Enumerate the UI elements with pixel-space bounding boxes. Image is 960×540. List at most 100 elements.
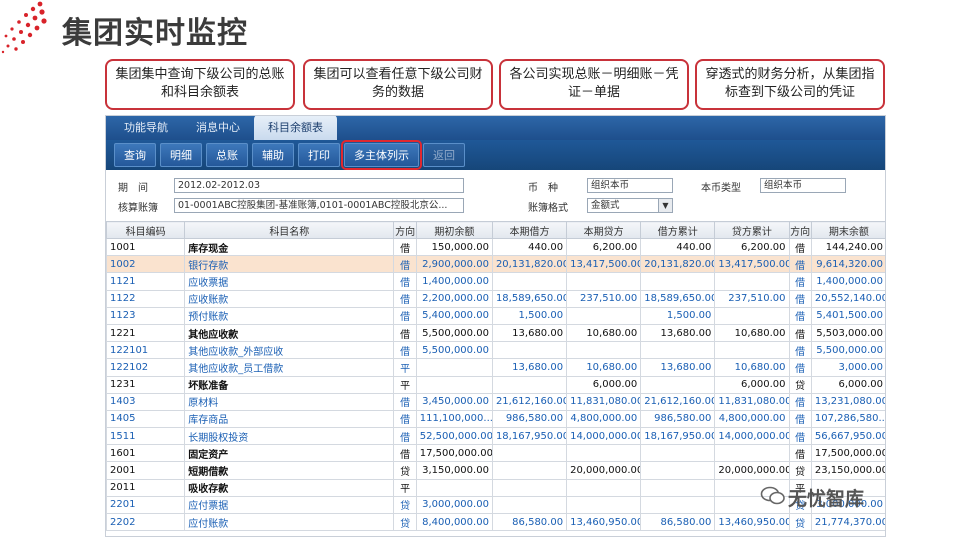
cell-credit: 10,680.00 <box>566 323 642 343</box>
currency-label: 币 种 <box>528 183 558 194</box>
book-field[interactable]: 01-0001ABC控股集团-基准账簿,0101-0001ABC控股北京公... <box>174 198 464 213</box>
cell-credit <box>566 306 642 325</box>
currency-field[interactable]: 组织本币 <box>587 178 673 193</box>
app-window: 功能导航 消息中心 科目余额表 查询 明细 总账 辅助 打印 多主体列示 返回 … <box>105 115 886 537</box>
cell-dir: 借 <box>393 237 417 257</box>
cell-dir2: 借 <box>788 392 812 411</box>
col-credit-acc[interactable]: 贷方累计 <box>714 221 790 239</box>
cell-code: 2202 <box>106 512 186 532</box>
table-row[interactable]: 2001 短期借款贷 3,150,000.00 20,000,000.00 20,000… <box>106 461 885 480</box>
cell-credit: 6,000.00 <box>566 375 642 394</box>
cell-closing: 56,667,950.00 <box>810 427 885 446</box>
cell-credit-acc: 237,510.00 <box>714 289 790 308</box>
watermark: 无忧智库 <box>760 484 864 511</box>
cell-debit-acc <box>640 461 716 480</box>
col-dir[interactable]: 方向 <box>393 221 417 239</box>
col-dir2[interactable]: 方向 <box>788 221 812 239</box>
table-row[interactable]: 1002 银行存款借 2,900,000.00 20,131,820.00 13,417… <box>106 255 885 274</box>
cell-dir: 借 <box>393 427 417 446</box>
chevron-down-icon[interactable]: ▼ <box>658 199 672 212</box>
table-row[interactable]: 1403 原材料借 3,450,000.00 21,612,160.00 11,831,… <box>106 392 885 411</box>
table-row[interactable]: 122101 其他应收款_外部应收借 5,500,000.00 借 5,500,000.… <box>106 341 885 360</box>
cell-debit <box>491 478 568 497</box>
cell-credit <box>566 272 642 291</box>
table-row[interactable]: 1405 库存商品借 111,100,000.... 986,580.00 4,800,… <box>106 409 885 429</box>
slide-title: 集团实时监控 <box>62 16 248 51</box>
tab-account-balance[interactable]: 科目余额表 <box>254 116 337 140</box>
table-row[interactable]: 122102 其他应收款_员工借款平 13,680.00 10,680.00 13,68… <box>106 358 885 377</box>
cell-debit: 18,167,950.00 <box>491 427 568 446</box>
cell-code: 122101 <box>106 341 186 360</box>
tab-message-center[interactable]: 消息中心 <box>182 116 254 140</box>
cell-opening: 2,900,000.00 <box>415 255 493 274</box>
table-row[interactable]: 2202 应付账款贷 8,400,000.00 86,580.00 13,460,950… <box>106 512 885 532</box>
cell-credit <box>566 444 642 463</box>
auxiliary-button[interactable]: 辅助 <box>252 143 294 167</box>
print-button[interactable]: 打印 <box>298 143 340 167</box>
back-button[interactable]: 返回 <box>423 143 465 167</box>
cell-dir2: 借 <box>788 444 812 463</box>
col-code[interactable]: 科目编码 <box>106 221 186 239</box>
cell-dir2: 借 <box>788 323 812 343</box>
ledger-button[interactable]: 总账 <box>206 143 248 167</box>
cell-credit-acc: 11,831,080.00 <box>714 392 790 411</box>
cell-debit: 20,131,820.00 <box>491 255 568 274</box>
cell-closing: 5,500,000.00 <box>810 341 885 360</box>
col-debit-acc[interactable]: 借方累计 <box>640 221 716 239</box>
cell-credit-acc: 13,417,500.00 <box>714 255 790 274</box>
local-type-field[interactable]: 组织本币 <box>760 178 846 193</box>
col-closing[interactable]: 期末余额 <box>810 221 885 239</box>
callout-2: 集团可以查看任意下级公司财务的数据 <box>303 59 493 110</box>
format-select[interactable]: 金额式 ▼ <box>587 198 673 213</box>
cell-debit: 13,680.00 <box>491 323 568 343</box>
cell-dir2: 借 <box>788 341 812 360</box>
callout-row: 集团集中查询下级公司的总账和科目余额表 集团可以查看任意下级公司财务的数据 各公… <box>105 59 885 111</box>
cell-code: 1001 <box>106 237 186 257</box>
cell-opening <box>415 375 493 394</box>
cell-debit-acc: 13,680.00 <box>640 323 716 343</box>
cell-debit <box>491 444 568 463</box>
cell-debit: 21,612,160.00 <box>491 392 568 411</box>
table-row[interactable]: 1001 库存现金借 150,000.00 440.00 6,200.00 440.00 6… <box>106 237 885 257</box>
cell-closing: 20,552,140.00 <box>810 289 885 308</box>
col-credit[interactable]: 本期贷方 <box>566 221 642 239</box>
query-button[interactable]: 查询 <box>114 143 156 167</box>
cell-code: 2011 <box>106 478 186 497</box>
col-name[interactable]: 科目名称 <box>184 221 395 239</box>
cell-dir: 借 <box>393 409 417 429</box>
cell-name: 吸收存款 <box>184 478 395 497</box>
table-row[interactable]: 1123 预付账款借 5,400,000.00 1,500.00 1,500.00 借 5,… <box>106 306 885 325</box>
cell-dir: 平 <box>393 478 417 497</box>
cell-credit-acc <box>714 341 790 360</box>
table-row[interactable]: 1231 坏账准备平 6,000.00 6,000.00 贷 6,000.00 <box>106 375 885 394</box>
cell-name: 库存商品 <box>184 409 395 429</box>
cell-opening: 3,150,000.00 <box>415 461 493 480</box>
callout-4: 穿透式的财务分析，从集团指标查到下级公司的凭证 <box>695 59 885 110</box>
detail-button[interactable]: 明细 <box>160 143 202 167</box>
cell-debit <box>491 272 568 291</box>
cell-dir: 贷 <box>393 512 417 532</box>
cell-name: 应收账款 <box>184 289 395 308</box>
col-opening[interactable]: 期初余额 <box>415 221 493 239</box>
table-row[interactable]: 1122 应收账款借 2,200,000.00 18,589,650.00 237,51… <box>106 289 885 308</box>
table-row[interactable]: 1121 应收票据借 1,400,000.00 借 1,400,000.00 <box>106 272 885 291</box>
col-debit[interactable]: 本期借方 <box>491 221 568 239</box>
tab-function-nav[interactable]: 功能导航 <box>110 116 182 140</box>
cell-code: 122102 <box>106 358 186 377</box>
table-row[interactable]: 1601 固定资产借 17,500,000.00 借 17,500,000.00 <box>106 444 885 463</box>
cell-code: 1511 <box>106 427 186 446</box>
table-row[interactable]: 1511 长期股权投资借 52,500,000.00 18,167,950.00 14,… <box>106 427 885 446</box>
table-row[interactable]: 1221 其他应收款借 5,500,000.00 13,680.00 10,680.00… <box>106 323 885 343</box>
period-label: 期 间 <box>118 183 148 194</box>
cell-debit-acc <box>640 272 716 291</box>
cell-debit-acc: 18,589,650.00 <box>640 289 716 308</box>
cell-dir2: 借 <box>788 306 812 325</box>
cell-credit-acc <box>714 444 790 463</box>
cell-credit-acc: 4,800,000.00 <box>714 409 790 429</box>
multi-entity-button[interactable]: 多主体列示 <box>341 140 422 170</box>
cell-debit-acc: 986,580.00 <box>640 409 716 429</box>
callout-1: 集团集中查询下级公司的总账和科目余额表 <box>105 59 295 110</box>
cell-name: 原材料 <box>184 392 395 411</box>
cell-dir2: 借 <box>788 237 812 257</box>
period-field[interactable]: 2012.02-2012.03 <box>174 178 464 193</box>
